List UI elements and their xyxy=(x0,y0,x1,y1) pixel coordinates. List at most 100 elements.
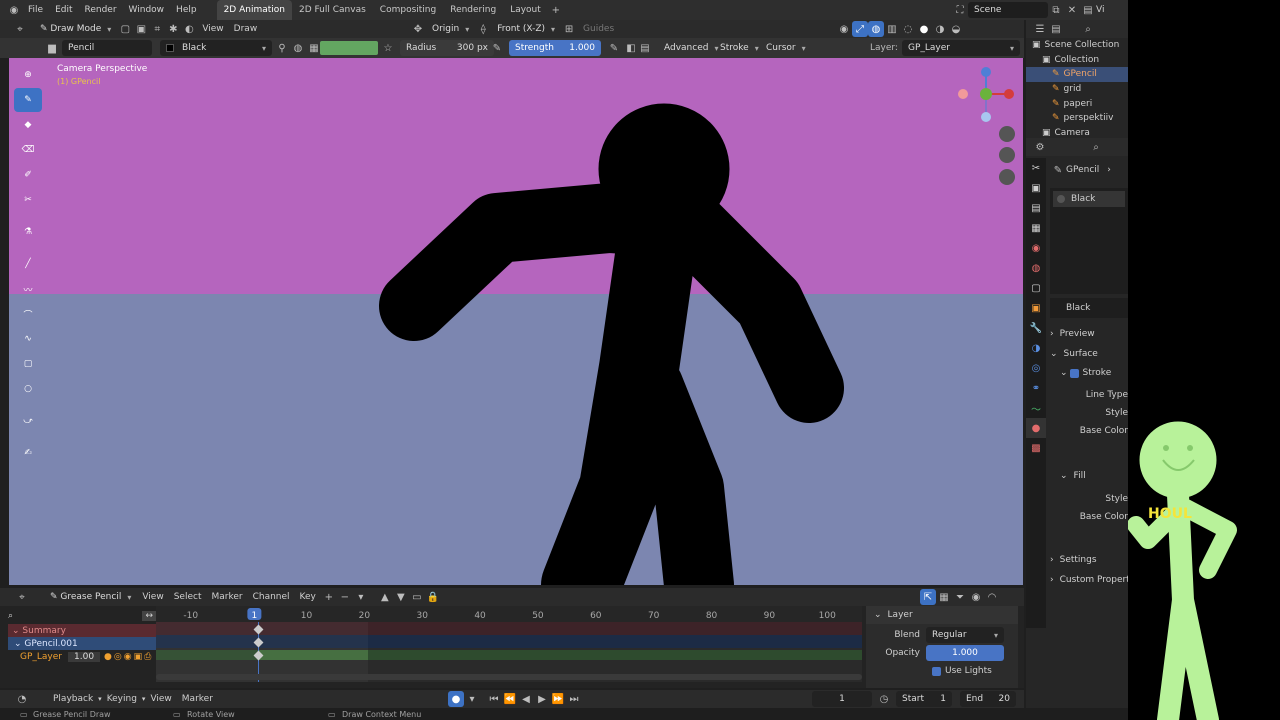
modifier-tab-icon[interactable]: 🔧 xyxy=(1026,318,1046,338)
curve-tool-icon[interactable]: ∿ xyxy=(14,327,42,351)
properties-search-icon[interactable]: ⌕ xyxy=(1088,139,1104,155)
eyedropper-tool-icon[interactable]: ⚗ xyxy=(14,220,42,244)
cursor-menu[interactable]: Cursor ▾ xyxy=(760,40,812,56)
proportional-icon[interactable]: ◉ xyxy=(968,589,984,605)
stroke-checkbox[interactable] xyxy=(1069,368,1079,378)
color-swatch[interactable] xyxy=(320,41,378,55)
stroke-subsection[interactable]: ⌄ Stroke xyxy=(1050,364,1128,382)
shading-wire-icon[interactable]: ◌ xyxy=(900,21,916,37)
copy-scene-icon[interactable]: ⧉ xyxy=(1048,2,1064,18)
use-lights-checkbox[interactable] xyxy=(932,666,941,676)
material-slot-row[interactable]: Black xyxy=(1053,191,1125,207)
stroke-menu[interactable]: Stroke ▾ xyxy=(714,40,765,56)
outliner-item[interactable]: ✎ GPencil xyxy=(1026,67,1128,82)
view-layer-icon[interactable]: ▤ xyxy=(1080,2,1096,18)
menu-view[interactable]: View xyxy=(197,22,228,36)
material-selector[interactable]: Black ▾ xyxy=(160,40,272,56)
menu-playback[interactable]: Playback xyxy=(48,692,98,706)
layer-channel-opacity[interactable]: 1.00 xyxy=(68,651,101,662)
tool-tab-icon[interactable]: ✂ xyxy=(1026,158,1046,178)
material-name-field[interactable]: Black xyxy=(1050,298,1128,318)
menu-draw[interactable]: Draw xyxy=(229,22,263,36)
axis-x-icon[interactable] xyxy=(1004,89,1014,99)
effects-tab-icon[interactable]: ◑ xyxy=(1026,338,1046,358)
tl-menu-view[interactable]: View xyxy=(137,590,168,604)
outliner-item[interactable]: ✎ grid xyxy=(1026,82,1128,97)
layer-dot-icon[interactable]: ● xyxy=(104,652,112,662)
start-frame-field[interactable]: Start 1 xyxy=(896,691,952,707)
zoom-icon[interactable] xyxy=(999,126,1015,142)
xray-icon[interactable]: ▥ xyxy=(884,21,900,37)
annotate-tool-icon[interactable]: ✍ xyxy=(14,441,42,465)
onion-skin-icon[interactable]: ◎ xyxy=(114,652,122,662)
interpolate-tool-icon[interactable]: ⤻ xyxy=(14,409,42,433)
drawing-canvas[interactable] xyxy=(9,58,1023,585)
fill-tool-icon[interactable]: ◆ xyxy=(14,113,42,137)
arc-tool-icon[interactable]: ⌒ xyxy=(14,302,42,326)
draw-tool-icon[interactable]: ✎ xyxy=(14,88,42,112)
brush-preview-icon[interactable]: ▆ xyxy=(44,40,60,56)
use-preview-range-icon[interactable]: ◷ xyxy=(876,691,892,707)
axis-z-icon[interactable] xyxy=(981,67,991,77)
properties-editor-icon[interactable]: ⚙ xyxy=(1032,139,1048,155)
opacity-slider[interactable]: 1.000 xyxy=(926,645,1004,661)
end-frame-field[interactable]: End 20 xyxy=(960,691,1016,707)
gizmo-icon[interactable]: ⤢ xyxy=(852,21,868,37)
blender-logo-icon[interactable]: ◉ xyxy=(6,2,22,18)
shading-material-icon[interactable]: ◑ xyxy=(932,21,948,37)
outliner-item[interactable]: ✎ paperi xyxy=(1026,96,1128,111)
view-layer-tab-icon[interactable]: ▦ xyxy=(1026,218,1046,238)
timeline-ruler[interactable]: -10 1 10 20 30 40 50 60 70 80 90 100 xyxy=(156,606,862,622)
cutter-tool-icon[interactable]: ✂ xyxy=(14,188,42,212)
layer-menu-icon[interactable]: ▾ xyxy=(353,589,369,605)
dope-sheet-editor-icon[interactable]: ⌖ xyxy=(14,589,30,605)
tab-2d-full-canvas[interactable]: 2D Full Canvas xyxy=(292,0,373,20)
tab-2d-animation[interactable]: 2D Animation xyxy=(216,0,292,20)
scene-icon[interactable]: ⛶ xyxy=(952,2,968,18)
tint-tool-icon[interactable]: ✐ xyxy=(14,163,42,187)
camera-view-icon[interactable] xyxy=(999,169,1015,185)
prev-key-icon[interactable]: ⏪ xyxy=(502,691,518,707)
jump-start-icon[interactable]: ⏮ xyxy=(486,691,502,707)
cursor-tool-icon[interactable]: ⊕ xyxy=(14,63,42,87)
view-layer-name[interactable]: Vi xyxy=(1096,5,1104,15)
isolate-layer-icon[interactable]: ▭ xyxy=(409,589,425,605)
outliner-item[interactable]: ▣ Scene Collection xyxy=(1026,38,1128,53)
box-tool-icon[interactable]: ▢ xyxy=(14,352,42,376)
menu-playback-marker[interactable]: Marker xyxy=(177,692,218,706)
mode-selector[interactable]: ✎ Draw Mode ▾ xyxy=(34,21,117,37)
pin-material-icon[interactable]: ⚲ xyxy=(274,40,290,56)
channel-search[interactable]: ⌕ ↔ xyxy=(8,608,156,624)
overlay-icon[interactable]: ◍ xyxy=(868,21,884,37)
custom-properties-section[interactable]: › Custom Properti xyxy=(1050,570,1128,590)
channel-object[interactable]: ⌄ GPencil.001 xyxy=(8,637,156,650)
channel-collapse-icon[interactable]: ↔ xyxy=(142,611,156,621)
origin-selector[interactable]: Origin ▾ xyxy=(426,21,475,37)
next-key-icon[interactable]: ⏩ xyxy=(550,691,566,707)
line-tool-icon[interactable]: ╱ xyxy=(14,252,42,276)
guides-label[interactable]: Guides xyxy=(583,24,614,34)
navigation-gizmo[interactable] xyxy=(950,66,1020,199)
layer-mask-icon[interactable]: ⎙ xyxy=(144,652,151,662)
outliner-editor-icon[interactable]: ☰ xyxy=(1032,21,1048,37)
color-mode-icon[interactable]: ◍ xyxy=(290,40,306,56)
menu-file[interactable]: File xyxy=(22,5,49,15)
fill-subsection[interactable]: ⌄ Fill xyxy=(1050,466,1128,486)
show-errors-icon[interactable]: ▦ xyxy=(936,589,952,605)
preview-section[interactable]: › Preview xyxy=(1050,324,1128,344)
layer-visibility-icon[interactable]: ◉ xyxy=(124,652,132,662)
select-box-icon[interactable]: ▢ xyxy=(117,21,133,37)
pressure-strength-icon[interactable]: ✎ xyxy=(606,40,622,56)
tl-menu-channel[interactable]: Channel xyxy=(248,590,295,604)
stroke-mode-icon[interactable]: ▤ xyxy=(637,40,653,56)
auto-key-icon[interactable]: ● xyxy=(448,691,464,707)
menu-edit[interactable]: Edit xyxy=(49,5,78,15)
material-tab-icon[interactable]: ● xyxy=(1026,418,1046,438)
axis-y-icon[interactable] xyxy=(980,88,992,100)
strength-field[interactable]: Strength 1.000 xyxy=(509,40,601,56)
axis-neg-z-icon[interactable] xyxy=(981,112,991,122)
surface-section[interactable]: ⌄ Surface xyxy=(1050,344,1128,364)
radius-field[interactable]: Radius 300 px xyxy=(400,40,494,56)
menu-window[interactable]: Window xyxy=(123,5,171,15)
jump-end-icon[interactable]: ⏭ xyxy=(566,691,582,707)
